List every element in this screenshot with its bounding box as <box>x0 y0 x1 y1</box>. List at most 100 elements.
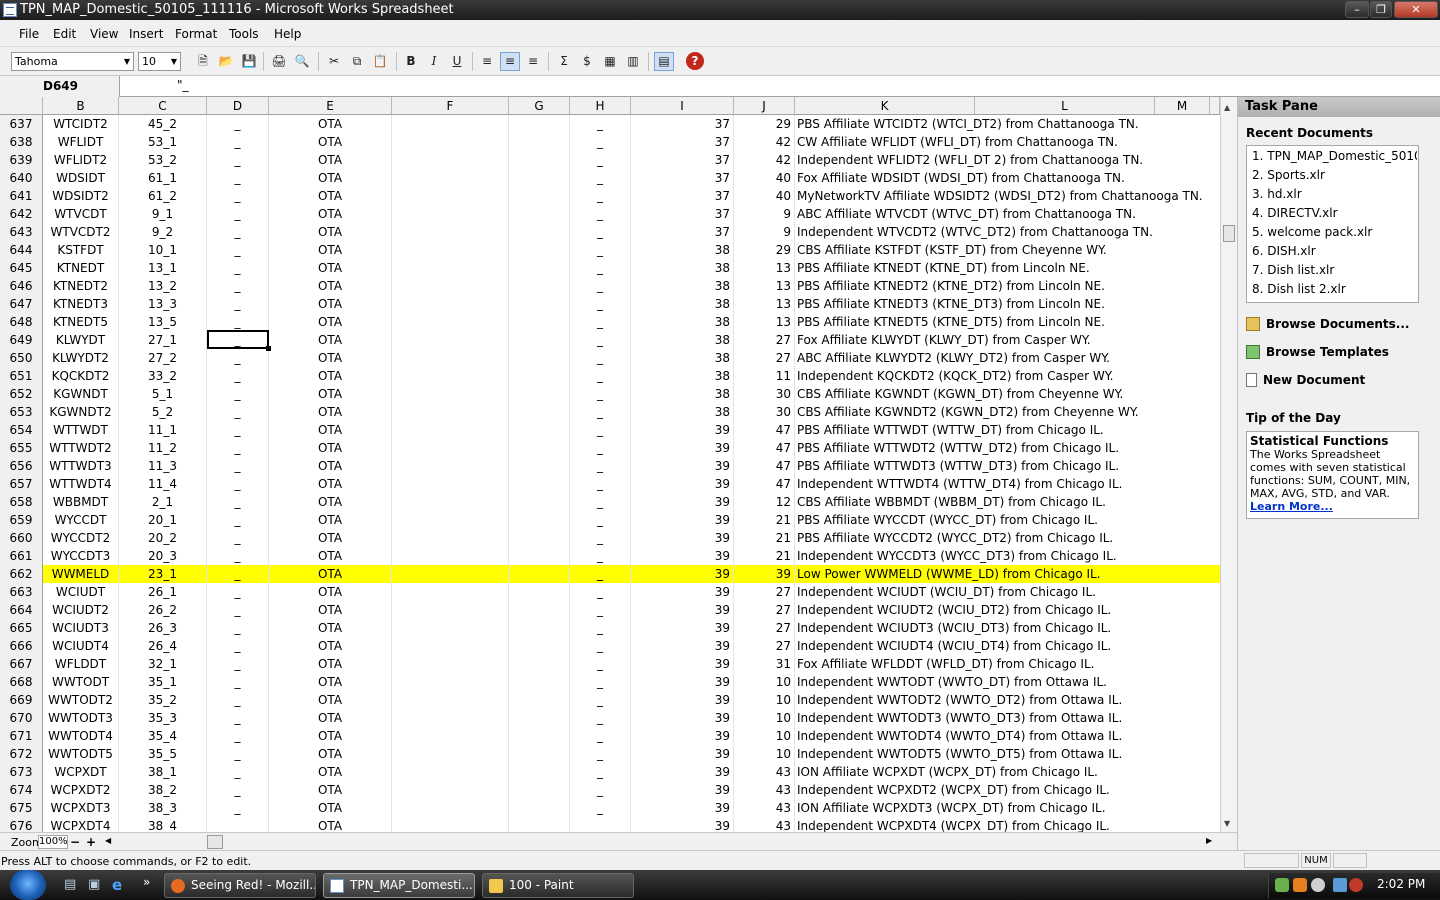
cell-h[interactable]: _ <box>570 169 631 187</box>
menu-insert[interactable]: Insert <box>129 27 163 41</box>
cell-g[interactable] <box>509 313 570 331</box>
cell-k[interactable]: CBS Affiliate KSTFDT (KSTF_DT) from Chey… <box>795 241 1220 259</box>
cell-c[interactable]: 11_3 <box>119 457 207 475</box>
column-header-e[interactable]: E <box>269 97 392 115</box>
row-number[interactable]: 666 <box>0 637 43 655</box>
cell-j[interactable]: 27 <box>734 583 795 601</box>
cell-f[interactable] <box>392 331 509 349</box>
cell-i[interactable]: 37 <box>631 151 734 169</box>
cell-j[interactable]: 43 <box>734 763 795 781</box>
scroll-right-icon[interactable]: ▶ <box>1206 836 1212 845</box>
menu-format[interactable]: Format <box>175 27 217 41</box>
cell-f[interactable] <box>392 493 509 511</box>
cell-h[interactable]: _ <box>570 133 631 151</box>
row-number[interactable]: 637 <box>0 115 43 133</box>
cell-k[interactable]: Independent WWTODT4 (WWTO_DT4) from Otta… <box>795 727 1220 745</box>
cell-i[interactable]: 39 <box>631 745 734 763</box>
clock[interactable]: 2:02 PM <box>1377 877 1425 891</box>
cell-i[interactable]: 39 <box>631 565 734 583</box>
cell-e[interactable]: OTA <box>269 295 392 313</box>
cell-e[interactable]: OTA <box>269 223 392 241</box>
cell-f[interactable] <box>392 763 509 781</box>
cell-g[interactable] <box>509 439 570 457</box>
column-header-f[interactable]: F <box>392 97 509 115</box>
recent-document-item[interactable]: 3. hd.xlr <box>1252 187 1417 201</box>
cell-e[interactable]: OTA <box>269 619 392 637</box>
cell-e[interactable]: OTA <box>269 583 392 601</box>
new-file-icon[interactable]: 🗎 <box>193 52 213 71</box>
cell-b[interactable]: WCIUDT4 <box>43 637 119 655</box>
switch-windows-icon[interactable]: ▣ <box>88 877 100 892</box>
cell-j[interactable]: 47 <box>734 475 795 493</box>
cell-b[interactable]: KLWYDT <box>43 331 119 349</box>
cell-f[interactable] <box>392 655 509 673</box>
cell-f[interactable] <box>392 133 509 151</box>
cell-h[interactable]: _ <box>570 565 631 583</box>
row-number[interactable]: 648 <box>0 313 43 331</box>
cell-j[interactable]: 29 <box>734 241 795 259</box>
cell-b[interactable]: WCIUDT2 <box>43 601 119 619</box>
cell-j[interactable]: 13 <box>734 277 795 295</box>
cell-c[interactable]: 9_1 <box>119 205 207 223</box>
cell-i[interactable]: 39 <box>631 655 734 673</box>
font-name-select[interactable]: Tahoma ▼ <box>11 52 134 71</box>
cell-d[interactable]: _ <box>207 709 269 727</box>
taskbar-firefox[interactable]: Seeing Red! - Mozill... <box>164 873 316 898</box>
row-number[interactable]: 643 <box>0 223 43 241</box>
cell-f[interactable] <box>392 439 509 457</box>
cell-h[interactable]: _ <box>570 277 631 295</box>
cell-g[interactable] <box>509 115 570 133</box>
cell-i[interactable]: 37 <box>631 115 734 133</box>
cell-d[interactable]: _ <box>207 601 269 619</box>
cell-k[interactable]: Fox Affiliate KLWYDT (KLWY_DT) from Casp… <box>795 331 1220 349</box>
cell-e[interactable]: OTA <box>269 565 392 583</box>
cell-d[interactable]: _ <box>207 799 269 817</box>
cell-c[interactable]: 38_3 <box>119 799 207 817</box>
cell-k[interactable]: ABC Affiliate KLWYDT2 (KLWY_DT2) from Ca… <box>795 349 1220 367</box>
cell-j[interactable]: 10 <box>734 745 795 763</box>
cell-i[interactable]: 37 <box>631 169 734 187</box>
cell-d[interactable]: _ <box>207 637 269 655</box>
row-number[interactable]: 659 <box>0 511 43 529</box>
column-header-j[interactable]: J <box>734 97 795 115</box>
cell-c[interactable]: 23_1 <box>119 565 207 583</box>
quick-launch-more-icon[interactable]: » <box>143 875 150 889</box>
cell-k[interactable]: PBS Affiliate KTNEDT3 (KTNE_DT3) from Li… <box>795 295 1220 313</box>
row-number[interactable]: 676 <box>0 817 43 832</box>
cell-b[interactable]: WYCCDT <box>43 511 119 529</box>
row-number[interactable]: 664 <box>0 601 43 619</box>
cell-j[interactable]: 21 <box>734 511 795 529</box>
cell-reference[interactable]: D649 <box>0 76 120 97</box>
cell-b[interactable]: WDSIDT2 <box>43 187 119 205</box>
cell-d[interactable]: _ <box>207 349 269 367</box>
cell-d[interactable]: _ <box>207 367 269 385</box>
cell-i[interactable]: 38 <box>631 241 734 259</box>
cell-h[interactable]: _ <box>570 529 631 547</box>
cell-g[interactable] <box>509 241 570 259</box>
cell-j[interactable]: 42 <box>734 151 795 169</box>
cell-k[interactable]: Independent WCIUDT2 (WCIU_DT2) from Chic… <box>795 601 1220 619</box>
cell-d[interactable]: _ <box>207 169 269 187</box>
cell-g[interactable] <box>509 637 570 655</box>
cell-b[interactable]: WWTODT2 <box>43 691 119 709</box>
cell-h[interactable]: _ <box>570 673 631 691</box>
cell-g[interactable] <box>509 205 570 223</box>
cell-f[interactable] <box>392 709 509 727</box>
cell-e[interactable]: OTA <box>269 421 392 439</box>
cell-f[interactable] <box>392 169 509 187</box>
cell-c[interactable]: 11_2 <box>119 439 207 457</box>
cell-c[interactable]: 27_2 <box>119 349 207 367</box>
cell-f[interactable] <box>392 295 509 313</box>
row-number[interactable]: 653 <box>0 403 43 421</box>
cell-e[interactable]: OTA <box>269 727 392 745</box>
cell-i[interactable]: 39 <box>631 529 734 547</box>
row-number[interactable]: 658 <box>0 493 43 511</box>
row-number[interactable]: 665 <box>0 619 43 637</box>
align-left-icon[interactable]: ≡ <box>477 52 497 71</box>
cell-f[interactable] <box>392 691 509 709</box>
tray-app-icon[interactable] <box>1311 878 1325 892</box>
cell-k[interactable]: Independent KQCKDT2 (KQCK_DT2) from Casp… <box>795 367 1220 385</box>
cell-g[interactable] <box>509 547 570 565</box>
cell-d[interactable]: _ <box>207 385 269 403</box>
column-header-k[interactable]: K <box>795 97 975 115</box>
